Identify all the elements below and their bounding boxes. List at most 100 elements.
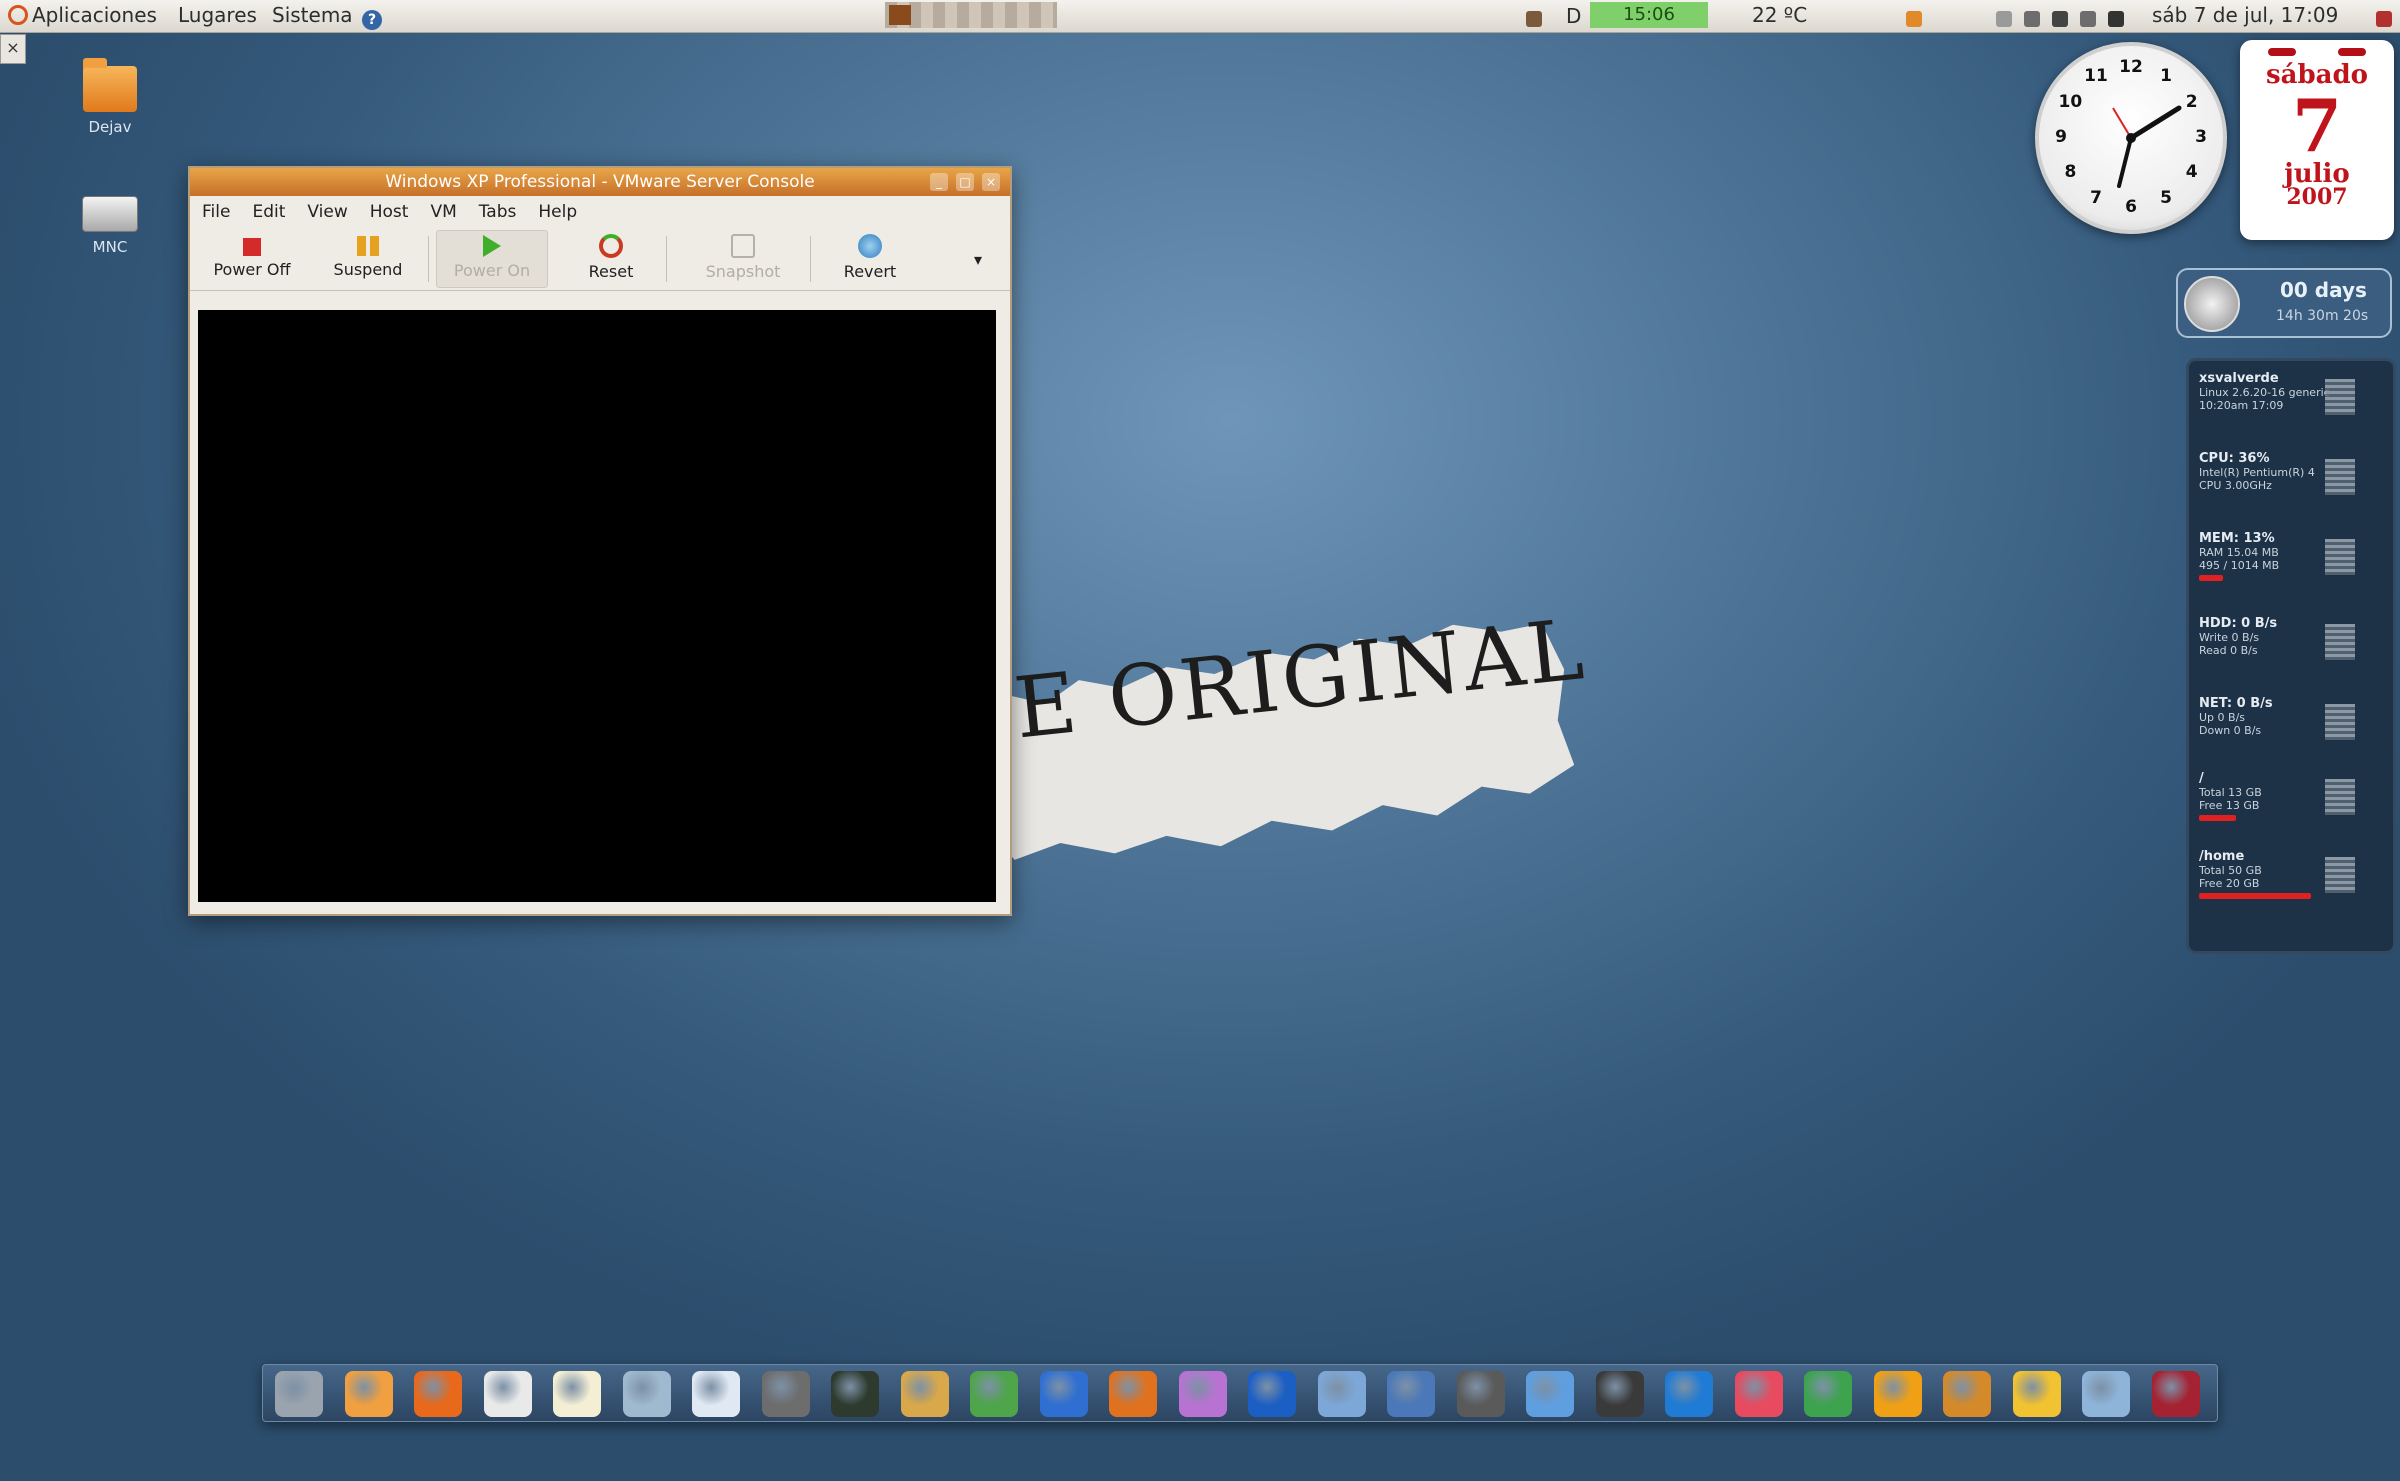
dock-text-editor-icon[interactable] (553, 1371, 601, 1417)
places-menu[interactable]: Lugares (178, 3, 257, 27)
clock-number: 12 (2119, 57, 2143, 77)
power-on-label: Power On (453, 261, 531, 280)
sysmon-chip-icon (2325, 857, 2355, 893)
dock-trash-icon[interactable] (2151, 1371, 2200, 1417)
menu-edit[interactable]: Edit (252, 202, 285, 222)
dock-network-icon[interactable] (622, 1371, 671, 1417)
sysmon-usage-bar (2199, 575, 2224, 581)
dock-contacts-icon[interactable] (2082, 1371, 2130, 1417)
sysmon-section: MEM: 13% RAM 15.04 MB 495 / 1014 MB (2199, 531, 2385, 581)
clock-number: 10 (2058, 92, 2083, 112)
dock-earth-icon[interactable] (1317, 1371, 1366, 1417)
dock-hand-tool-icon[interactable] (275, 1371, 323, 1417)
menu-vm[interactable]: VM (430, 202, 456, 222)
sysmon-line: Intel(R) Pentium(R) 4 (2199, 466, 2315, 479)
dock-palm-icon[interactable] (1804, 1371, 1852, 1417)
revert-button[interactable]: Revert (820, 230, 920, 286)
suspend-button[interactable]: Suspend (318, 230, 418, 286)
clock-number: 3 (2195, 127, 2207, 147)
dock-feather-icon[interactable] (1109, 1371, 1157, 1417)
menu-file[interactable]: File (202, 202, 230, 222)
logout-icon[interactable] (2376, 6, 2392, 30)
dock-magnet-icon[interactable] (1873, 1371, 1922, 1417)
dock-globe-icon[interactable] (1248, 1371, 1296, 1417)
dock-terminal-icon[interactable] (831, 1371, 879, 1417)
sysmon-heading: / (2199, 771, 2204, 786)
dock-user-icon[interactable] (2012, 1371, 2061, 1417)
battery-icon[interactable] (2108, 11, 2124, 27)
tray-icons[interactable] (1990, 6, 2130, 30)
network-monitor[interactable]: 15:06 (1590, 2, 1708, 28)
dock-home-folder-icon[interactable] (344, 1371, 393, 1417)
dock-laptop-icon[interactable] (1456, 1371, 1505, 1417)
download-indicator: D (1566, 4, 1582, 28)
system-monitor-widget: xsvalverde Linux 2.6.20-16 generic 10:20am… (2186, 358, 2396, 954)
uptime-days: 00 days (2280, 278, 2367, 302)
vmware-task-icon[interactable] (889, 5, 911, 25)
sysmon-chip-icon (2325, 459, 2355, 495)
ubuntu-logo-icon (8, 5, 28, 25)
vmware-window[interactable]: Windows XP Professional - VMware Server … (188, 166, 1012, 916)
sysmon-chip-icon (2325, 379, 2355, 415)
dock-documents-icon[interactable] (692, 1371, 740, 1417)
sysmon-heading: MEM: 13% (2199, 531, 2275, 546)
weather-label[interactable]: 22 ºC (1752, 3, 1807, 27)
dock-mail-icon[interactable] (483, 1371, 532, 1417)
sysmon-heading: /home (2199, 849, 2245, 864)
show-desktop-button[interactable]: × (0, 34, 26, 64)
dock-settings-icon[interactable] (1595, 1371, 1644, 1417)
tray-icon[interactable] (1520, 6, 1548, 30)
power-off-button[interactable]: Power Off (200, 230, 304, 286)
help-icon[interactable]: ? (362, 5, 382, 30)
reset-button[interactable]: Reset (566, 230, 656, 286)
clock-label[interactable]: sáb 7 de jul, 17:09 (2152, 3, 2338, 27)
power-on-button[interactable]: Power On (436, 230, 548, 288)
menu-host[interactable]: Host (370, 202, 409, 222)
sysmon-heading: xsvalverde (2199, 371, 2279, 386)
dock-clock-icon[interactable] (1387, 1371, 1435, 1417)
dock-magnifier-icon[interactable] (1178, 1371, 1227, 1417)
snapshot-button[interactable]: Snapshot (688, 230, 798, 286)
snapshot-icon (731, 234, 755, 258)
dock-grid-icon[interactable] (1943, 1371, 1991, 1417)
dock-media-icon[interactable] (900, 1371, 949, 1417)
desktop-icon-label: Dejav (88, 118, 132, 136)
dock-photo-icon[interactable] (1665, 1371, 1713, 1417)
dock-firefox-icon[interactable] (414, 1371, 462, 1417)
sysmon-section: /home Total 50 GB Free 20 GB (2199, 849, 2385, 899)
window-titlebar[interactable]: Windows XP Professional - VMware Server … (190, 168, 1010, 196)
power-off-icon (243, 238, 261, 256)
dock-web-icon[interactable] (1526, 1371, 1574, 1417)
applications-menu[interactable]: Aplicaciones (8, 3, 157, 27)
desktop-icon-folder[interactable]: Dejav (60, 58, 160, 136)
dock-chat-icon[interactable] (1039, 1371, 1088, 1417)
sysmon-usage-bar (2199, 893, 2311, 899)
display-icon[interactable] (1996, 11, 2012, 27)
vm-display[interactable] (198, 310, 996, 902)
dock-tools-icon[interactable] (970, 1371, 1018, 1417)
clock-number: 1 (2160, 66, 2172, 87)
dock-swirl-icon[interactable] (1734, 1371, 1783, 1417)
toolbar-overflow-icon[interactable]: ▾ (966, 250, 990, 270)
network-icon[interactable] (2024, 11, 2040, 27)
window-list[interactable] (885, 2, 1057, 28)
power-icon[interactable] (2080, 11, 2096, 27)
maximize-button[interactable]: □ (956, 173, 974, 191)
desktop-icon-drive[interactable]: MNC (60, 186, 160, 256)
menu-help[interactable]: Help (538, 202, 577, 222)
dock-calculator-icon[interactable] (761, 1371, 810, 1417)
close-button[interactable]: × (982, 173, 1000, 191)
volume-icon[interactable] (2052, 11, 2068, 27)
system-menu[interactable]: Sistema (272, 3, 353, 27)
revert-label: Revert (843, 262, 897, 281)
minimize-button[interactable]: _ (930, 173, 948, 191)
clock-number: 5 (2160, 187, 2172, 208)
folder-icon (83, 58, 137, 112)
desktop-icon-label: MNC (92, 238, 128, 256)
menu-tabs[interactable]: Tabs (479, 202, 517, 222)
sysmon-usage-bar (2199, 815, 2237, 821)
update-icon[interactable] (1900, 6, 1928, 30)
menu-view[interactable]: View (307, 202, 347, 222)
avatar (2184, 276, 2240, 332)
sysmon-line: Write 0 B/s (2199, 631, 2260, 644)
